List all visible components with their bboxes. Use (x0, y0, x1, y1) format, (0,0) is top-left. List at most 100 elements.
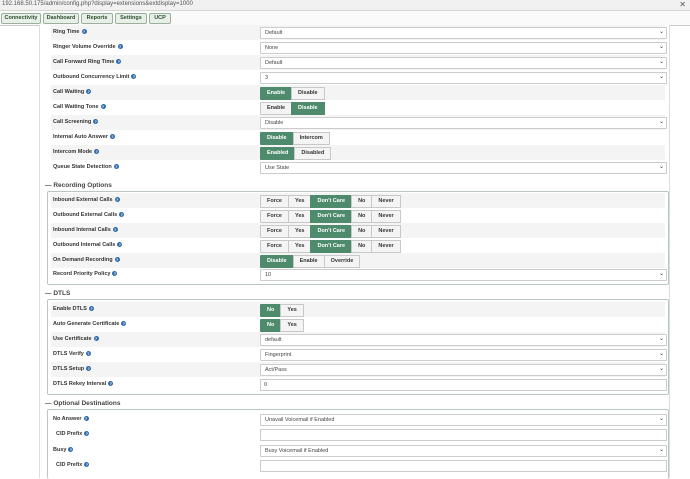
outbound-internal-never-button[interactable]: Never (371, 240, 401, 253)
inbound-external-no-button[interactable]: No (351, 195, 373, 208)
cfwd-ring-time-select[interactable]: Default ⌄ (260, 57, 667, 69)
enable-dtls-yes-button[interactable]: Yes (280, 304, 304, 317)
help-icon[interactable]: ? (116, 59, 122, 65)
intercom-enabled-button[interactable]: Enabled (260, 147, 296, 160)
collapse-icon[interactable]: — (45, 182, 52, 189)
inbound-internal-yes-button[interactable]: Yes (287, 225, 312, 238)
no-answer-cid-prefix-input[interactable] (260, 429, 667, 441)
chevron-down-icon: ⌄ (658, 336, 664, 342)
outbound-external-never-button[interactable]: Never (371, 210, 401, 223)
call-screening-select[interactable]: Disable ⌄ (260, 117, 667, 129)
help-icon[interactable]: ? (100, 104, 106, 110)
queue-state-select[interactable]: Use State ⌄ (260, 162, 667, 174)
top-navigation: Connectivity Dashboard Reports Settings … (0, 11, 690, 26)
help-icon[interactable]: ? (93, 336, 99, 342)
help-icon[interactable]: ? (86, 366, 92, 372)
collapse-icon[interactable]: — (45, 400, 52, 407)
help-icon[interactable]: ? (117, 44, 123, 50)
record-priority-select[interactable]: 10 ⌄ (260, 269, 667, 281)
browser-url-bar[interactable]: 192.168.50.175/admin/config.php?display=… (0, 0, 690, 11)
nav-tab-dashboard[interactable]: Dashboard (43, 13, 79, 24)
help-icon[interactable]: ? (119, 212, 125, 218)
help-icon[interactable]: ? (85, 351, 91, 357)
busy-select[interactable]: Busy Voicemail if Enabled ⌄ (260, 445, 667, 457)
use-certificate-select[interactable]: default ⌄ (260, 334, 667, 346)
ring-time-select[interactable]: Default ⌄ (260, 27, 667, 39)
dtls-setup-select[interactable]: Act/Pass ⌄ (260, 364, 667, 376)
help-icon[interactable]: ? (121, 321, 127, 327)
enable-dtls-toggle: No Yes (260, 304, 304, 317)
dtls-header[interactable]: — DTLS (45, 290, 70, 297)
internal-auto-answer-toggle: Disable Intercom (260, 132, 330, 145)
call-waiting-enable-button[interactable]: Enable (260, 87, 293, 100)
auto-cert-yes-button[interactable]: Yes (280, 319, 304, 332)
optional-destinations-header[interactable]: — Optional Destinations (45, 400, 120, 407)
help-icon[interactable]: ? (84, 431, 90, 437)
auto-answer-intercom-button[interactable]: Intercom (292, 132, 330, 145)
help-icon[interactable]: ? (83, 416, 89, 422)
nav-tab-ucp[interactable]: UCP (149, 13, 171, 24)
outbound-concurrency-select[interactable]: 3 ⌄ (260, 72, 667, 84)
busy-cid-prefix-input[interactable] (260, 460, 667, 472)
help-icon[interactable]: ? (94, 149, 100, 155)
inbound-internal-never-button[interactable]: Never (371, 225, 401, 238)
inbound-internal-force-button[interactable]: Force (260, 225, 289, 238)
outbound-internal-dontcare-button[interactable]: Don't Care (310, 240, 353, 253)
help-icon[interactable]: ? (84, 462, 90, 468)
inbound-internal-no-button[interactable]: No (351, 225, 373, 238)
help-icon[interactable]: ? (114, 257, 120, 263)
nav-tab-connectivity[interactable]: Connectivity (1, 13, 41, 24)
dtls-verify-select[interactable]: Fingerprint ⌄ (260, 349, 667, 361)
inbound-external-never-button[interactable]: Never (371, 195, 401, 208)
auto-answer-disable-button[interactable]: Disable (260, 132, 294, 145)
dtls-rekey-input[interactable]: 0 (260, 379, 667, 391)
dtls-rekey-row: DTLS Rekey Interval? 0 (51, 377, 667, 392)
help-icon[interactable]: ? (109, 134, 115, 140)
inbound-external-dontcare-button[interactable]: Don't Care (310, 195, 353, 208)
help-icon[interactable]: ? (88, 306, 94, 312)
help-icon[interactable]: ? (113, 164, 119, 170)
url-text[interactable]: 192.168.50.175/admin/config.php?display=… (2, 1, 193, 7)
no-answer-cid-prefix-row: CID Prefix? (51, 427, 667, 442)
ringer-volume-select[interactable]: None ⌄ (260, 42, 667, 54)
auto-cert-no-button[interactable]: No (260, 319, 282, 332)
help-icon[interactable]: ? (114, 197, 120, 203)
dtls-setup-row: DTLS Setup? Act/Pass ⌄ (51, 362, 667, 377)
enable-dtls-no-button[interactable]: No (260, 304, 282, 317)
record-priority-row: Record Priority Policy? 10 ⌄ (51, 267, 667, 282)
outbound-internal-no-button[interactable]: No (351, 240, 373, 253)
close-icon[interactable]: ✕ (679, 0, 686, 9)
intercom-mode-toggle: Enabled Disabled (260, 147, 332, 160)
outbound-internal-yes-button[interactable]: Yes (287, 240, 312, 253)
call-waiting-disable-button[interactable]: Disable (291, 87, 325, 100)
inbound-internal-dontcare-button[interactable]: Don't Care (310, 225, 353, 238)
call-waiting-tone-disable-button[interactable]: Disable (291, 102, 325, 115)
no-answer-row: No Answer? Unavail Voicemail if Enabled ⌄ (51, 412, 667, 427)
intercom-mode-label: Intercom Mode? (53, 149, 100, 155)
nav-tab-settings[interactable]: Settings (115, 13, 147, 24)
help-icon[interactable]: ? (93, 119, 99, 125)
help-icon[interactable]: ? (112, 271, 118, 277)
help-icon[interactable]: ? (112, 227, 118, 233)
inbound-external-force-button[interactable]: Force (260, 195, 289, 208)
outbound-external-yes-button[interactable]: Yes (287, 210, 312, 223)
intercom-disabled-button[interactable]: Disabled (294, 147, 332, 160)
help-icon[interactable]: ? (81, 29, 87, 35)
auto-cert-toggle: No Yes (260, 319, 304, 332)
nav-tab-reports[interactable]: Reports (81, 13, 113, 24)
call-waiting-tone-enable-button[interactable]: Enable (260, 102, 293, 115)
inbound-external-label: Inbound External Calls? (53, 197, 120, 203)
help-icon[interactable]: ? (68, 447, 74, 453)
help-icon[interactable]: ? (86, 89, 92, 95)
help-icon[interactable]: ? (108, 381, 114, 387)
collapse-icon[interactable]: — (45, 290, 52, 297)
recording-options-header[interactable]: — Recording Options (45, 182, 112, 189)
outbound-external-no-button[interactable]: No (351, 210, 373, 223)
outbound-external-dontcare-button[interactable]: Don't Care (310, 210, 353, 223)
inbound-external-yes-button[interactable]: Yes (287, 195, 312, 208)
outbound-external-force-button[interactable]: Force (260, 210, 289, 223)
help-icon[interactable]: ? (131, 74, 137, 80)
no-answer-select[interactable]: Unavail Voicemail if Enabled ⌄ (260, 414, 667, 426)
help-icon[interactable]: ? (117, 242, 123, 248)
outbound-internal-force-button[interactable]: Force (260, 240, 289, 253)
